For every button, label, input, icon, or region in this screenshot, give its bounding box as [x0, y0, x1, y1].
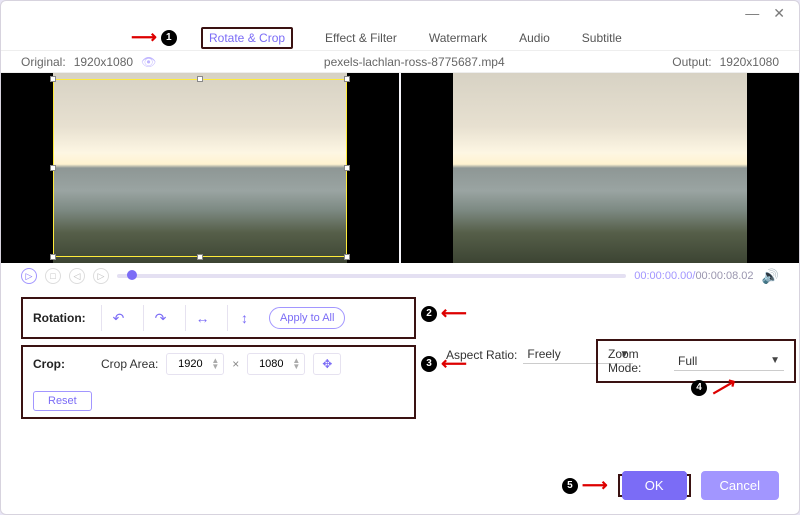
volume-icon[interactable]: 🔊: [762, 268, 779, 285]
info-row: Original: 1920x1080 👁 pexels-lachlan-ros…: [1, 51, 799, 73]
time-duration: 00:00:08.02: [695, 270, 753, 282]
preview-toggle-icon[interactable]: 👁: [141, 55, 156, 69]
tab-audio[interactable]: Audio: [519, 31, 550, 45]
tabbar: Rotate & Crop Effect & Filter Watermark …: [1, 25, 799, 51]
reset-button[interactable]: Reset: [33, 391, 92, 411]
apply-to-all-button[interactable]: Apply to All: [269, 307, 345, 329]
playback-bar: ▷ □ ◁ ▷ 00:00:00.00/00:00:08.02 🔊: [1, 263, 799, 289]
move-handle-icon[interactable]: ✥: [313, 353, 341, 375]
crop-height-input[interactable]: ▲▼: [247, 353, 305, 375]
output-label: Output:: [672, 55, 711, 69]
preview-input-image: [53, 73, 347, 263]
tab-effect-filter[interactable]: Effect & Filter: [325, 31, 397, 45]
crop-area-label: Crop Area:: [101, 357, 158, 371]
annotation-5: 5⟶: [562, 475, 608, 496]
ok-button[interactable]: OK: [622, 471, 687, 500]
crop-group: Crop: Crop Area: ▲▼ × ▲▼ ✥ Reset: [21, 345, 416, 419]
editor-window: — ✕ Rotate & Crop Effect & Filter Waterm…: [0, 0, 800, 515]
zoom-mode-value: Full: [678, 354, 697, 368]
time-current: 00:00:00.00: [634, 270, 692, 282]
tab-rotate-crop[interactable]: Rotate & Crop: [201, 27, 293, 49]
output-res: 1920x1080: [720, 55, 779, 69]
timecode: 00:00:00.00/00:00:08.02: [634, 270, 753, 282]
flip-horizontal-icon[interactable]: ↔: [185, 305, 219, 331]
rotation-group: Rotation: ↶ ↷ ↔ ↕ Apply to All: [21, 297, 416, 339]
preview-input[interactable]: [1, 73, 399, 263]
zoom-mode-label: Zoom Mode:: [608, 347, 666, 375]
zoom-group: Zoom Mode: Full ▼: [596, 339, 796, 383]
times-icon: ×: [232, 357, 239, 371]
chevron-down-icon: ▼: [770, 355, 780, 366]
tab-subtitle[interactable]: Subtitle: [582, 31, 622, 45]
zoom-mode-select[interactable]: Full ▼: [674, 352, 784, 371]
preview-row: [1, 73, 799, 263]
rotate-ccw-icon[interactable]: ↶: [101, 305, 135, 331]
crop-width-field[interactable]: [171, 357, 209, 371]
filename: pexels-lachlan-ross-8775687.mp4: [164, 55, 664, 69]
stepper-arrows-icon[interactable]: ▲▼: [211, 358, 219, 370]
close-icon[interactable]: ✕: [773, 5, 785, 22]
seek-thumb[interactable]: [127, 270, 137, 280]
annotation-1: ⟵ 1: [131, 27, 177, 48]
aspect-ratio-label: Aspect Ratio:: [446, 348, 517, 362]
annotation-2: 2⟵: [421, 303, 467, 324]
crop-label: Crop:: [33, 357, 93, 371]
next-frame-icon[interactable]: ▷: [93, 268, 109, 284]
minimize-icon[interactable]: —: [745, 5, 759, 21]
cancel-button[interactable]: Cancel: [701, 471, 779, 500]
rotate-cw-icon[interactable]: ↷: [143, 305, 177, 331]
rotation-label: Rotation:: [33, 311, 93, 325]
original-res: 1920x1080: [74, 55, 133, 69]
flip-vertical-icon[interactable]: ↕: [227, 305, 261, 331]
titlebar: — ✕: [1, 1, 799, 25]
crop-height-field[interactable]: [252, 357, 290, 371]
stepper-arrows-icon[interactable]: ▲▼: [292, 358, 300, 370]
preview-output: [401, 73, 799, 263]
play-icon[interactable]: ▷: [21, 268, 37, 284]
ok-wrap: OK: [618, 474, 691, 497]
controls-area: Rotation: ↶ ↷ ↔ ↕ Apply to All Crop: Cro…: [21, 297, 779, 419]
original-label: Original:: [21, 55, 66, 69]
aspect-ratio-value: Freely: [527, 347, 560, 361]
preview-output-image: [453, 73, 747, 263]
tab-watermark[interactable]: Watermark: [429, 31, 487, 45]
stop-icon[interactable]: □: [45, 268, 61, 284]
footer: 5⟶ OK Cancel: [562, 471, 779, 500]
crop-width-input[interactable]: ▲▼: [166, 353, 224, 375]
prev-frame-icon[interactable]: ◁: [69, 268, 85, 284]
seek-track[interactable]: [117, 274, 626, 278]
